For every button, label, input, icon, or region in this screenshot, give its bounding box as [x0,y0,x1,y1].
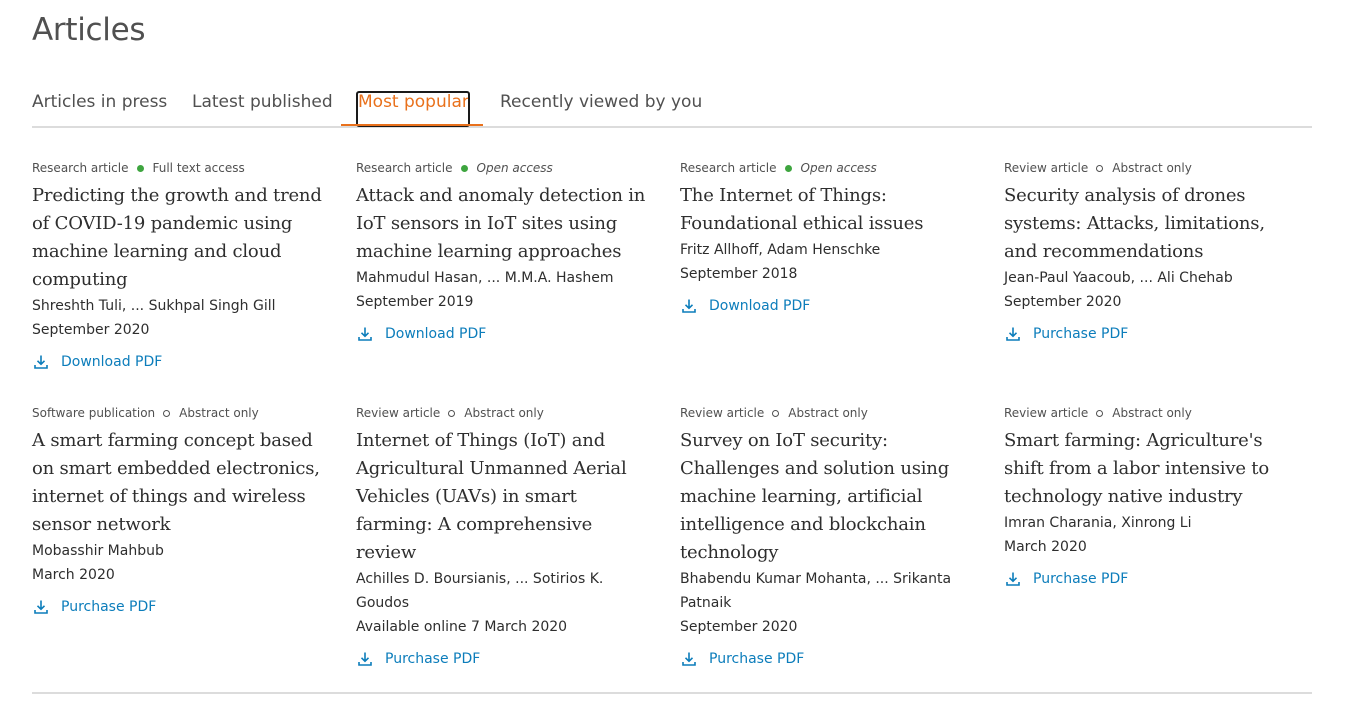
article-card: Research article Open access Attack and … [356,160,652,346]
article-type: Research article [356,161,453,175]
article-date: March 2020 [32,567,115,583]
tab-bar: Articles in press Latest published Most … [32,84,1312,128]
article-authors: Mahmudul Hasan, ... M.M.A. Hashem [356,270,614,286]
article-meta: Review article Abstract only [680,405,976,421]
article-date: September 2018 [680,266,798,282]
article-date: September 2020 [1004,294,1122,310]
article-meta: Review article Abstract only [1004,405,1300,421]
article-authors: Jean-Paul Yaacoub, ... Ali Chehab [1004,270,1233,286]
access-label: Full text access [152,161,245,175]
purchase-pdf-link[interactable]: Purchase PDF [1004,567,1300,591]
article-title-link[interactable]: Smart farming: Agriculture's shift from … [1004,427,1300,511]
pdf-link-label: Purchase PDF [61,599,157,615]
page-title: Articles [32,12,146,48]
article-type: Research article [32,161,129,175]
article-card: Review article Abstract only Survey on I… [680,405,976,671]
article-authors: Achilles D. Boursianis, ... Sotirios K. … [356,571,604,611]
download-icon [358,327,372,341]
purchase-pdf-link[interactable]: Purchase PDF [680,647,976,671]
purchase-pdf-link[interactable]: Purchase PDF [356,647,652,671]
article-authors: Shreshth Tuli, ... Sukhpal Singh Gill [32,298,276,314]
pdf-link-label: Purchase PDF [385,651,481,667]
download-pdf-link[interactable]: Download PDF [680,294,976,318]
article-meta: Research article Open access [356,160,652,176]
purchase-pdf-link[interactable]: Purchase PDF [1004,322,1300,346]
article-type: Research article [680,161,777,175]
access-label: Abstract only [464,406,544,420]
article-card: Review article Abstract only Internet of… [356,405,652,671]
pdf-link-label: Purchase PDF [1033,571,1129,587]
article-card: Software publication Abstract only A sma… [32,405,328,619]
article-type: Review article [1004,406,1089,420]
article-date: September 2020 [32,322,150,338]
download-icon [682,299,696,313]
article-card: Review article Abstract only Smart farmi… [1004,405,1300,591]
article-type: Review article [680,406,765,420]
open-access-icon [460,164,468,172]
article-authors: Bhabendu Kumar Mohanta, ... Srikanta Pat… [680,571,952,611]
abstract-only-icon [1096,409,1104,417]
tab-articles-in-press[interactable]: Articles in press [32,90,167,114]
article-type: Review article [1004,161,1089,175]
download-icon [358,652,372,666]
article-authors: Imran Charania, Xinrong Li [1004,515,1192,531]
download-icon [1006,572,1020,586]
article-type: Software publication [32,406,156,420]
download-pdf-link[interactable]: Download PDF [32,350,328,374]
article-card: Research article Full text access Predic… [32,160,328,374]
article-type: Review article [356,406,441,420]
access-label: Abstract only [179,406,259,420]
purchase-pdf-link[interactable]: Purchase PDF [32,595,328,619]
article-title-link[interactable]: Attack and anomaly detection in IoT sens… [356,182,652,266]
article-title-link[interactable]: Predicting the growth and trend of COVID… [32,182,328,294]
article-title-link[interactable]: The Internet of Things: Foundational eth… [680,182,976,238]
article-meta: Research article Full text access [32,160,328,176]
tab-focus-ring [356,91,470,127]
full-text-access-icon [136,164,144,172]
article-authors: Fritz Allhoff, Adam Henschke [680,242,881,258]
pdf-link-label: Download PDF [709,298,811,314]
tab-recently-viewed[interactable]: Recently viewed by you [500,90,702,114]
article-meta: Research article Open access [680,160,976,176]
abstract-only-icon [772,409,780,417]
article-authors: Mobasshir Mahbub [32,543,164,559]
download-icon [682,652,696,666]
tab-latest-published[interactable]: Latest published [192,90,333,114]
article-date: September 2019 [356,294,474,310]
abstract-only-icon [163,409,171,417]
article-date: Available online 7 March 2020 [356,619,568,635]
abstract-only-icon [448,409,456,417]
abstract-only-icon [1096,164,1104,172]
pdf-link-label: Purchase PDF [1033,326,1129,342]
pdf-link-label: Purchase PDF [709,651,805,667]
download-icon [34,355,48,369]
pdf-link-label: Download PDF [385,326,487,342]
article-date: September 2020 [680,619,798,635]
access-label: Abstract only [1112,406,1192,420]
download-pdf-link[interactable]: Download PDF [356,322,652,346]
download-icon [34,600,48,614]
article-title-link[interactable]: Internet of Things (IoT) and Agricultura… [356,427,652,567]
active-tab-indicator [341,124,483,126]
article-title-link[interactable]: Security analysis of drones systems: Att… [1004,182,1300,266]
article-card: Research article Open access The Interne… [680,160,976,318]
article-title-link[interactable]: Survey on IoT security: Challenges and s… [680,427,976,567]
open-access-icon [784,164,792,172]
article-meta: Software publication Abstract only [32,405,328,421]
download-icon [1006,327,1020,341]
article-meta: Review article Abstract only [356,405,652,421]
access-label: Abstract only [1112,161,1192,175]
access-label: Open access [800,161,877,175]
pdf-link-label: Download PDF [61,354,163,370]
access-label: Abstract only [788,406,868,420]
bottom-divider [32,692,1312,694]
access-label: Open access [476,161,553,175]
article-meta: Review article Abstract only [1004,160,1300,176]
article-card: Review article Abstract only Security an… [1004,160,1300,346]
article-title-link[interactable]: A smart farming concept based on smart e… [32,427,328,539]
article-date: March 2020 [1004,539,1087,555]
